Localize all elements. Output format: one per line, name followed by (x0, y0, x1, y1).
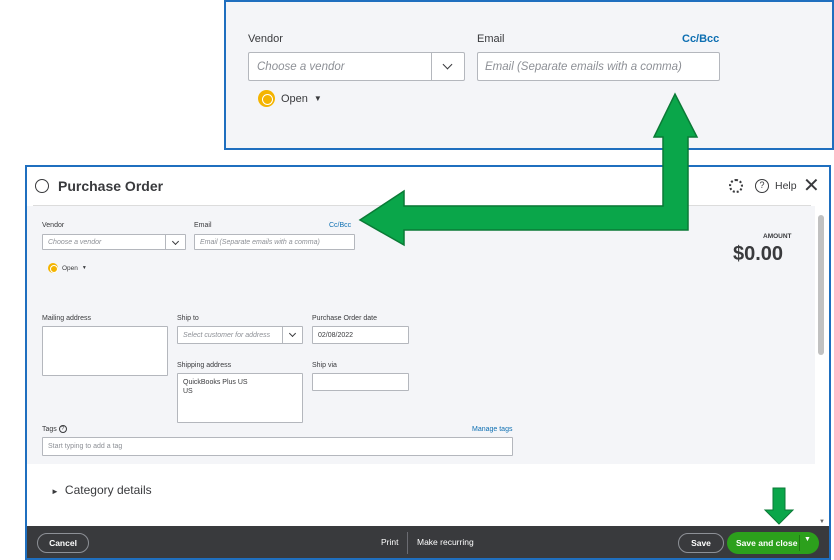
category-details-label: Category details (64, 483, 152, 497)
caret-down-icon: ▼ (313, 94, 322, 103)
history-icon[interactable] (35, 179, 49, 193)
category-details-toggle[interactable]: ► Category details (51, 483, 152, 497)
form-area: Vendor Choose a vendor Email Cc/Bcc Emai… (27, 206, 815, 464)
caret-down-icon: ▼ (81, 265, 87, 271)
page-title: Purchase Order (58, 178, 164, 194)
scrollbar[interactable] (817, 215, 825, 527)
help-link[interactable]: Help (775, 180, 797, 192)
clock-icon (258, 90, 275, 107)
manage-tags-link[interactable]: Manage tags (472, 426, 512, 433)
zoom-inset: Vendor Choose a vendor Email Cc/Bcc Emai… (224, 0, 834, 150)
split-divider (799, 535, 800, 551)
ship-via-label: Ship via (312, 362, 337, 369)
triangle-right-icon: ► (51, 487, 59, 496)
ship-via-input[interactable] (312, 373, 409, 391)
email-input[interactable]: Email (Separate emails with a comma) (194, 234, 355, 250)
footer-bar: Cancel Print Make recurring Save Save an… (27, 526, 829, 558)
zoom-cc-bcc-link[interactable]: Cc/Bcc (682, 33, 719, 45)
footer-divider (407, 532, 408, 554)
status-dropdown[interactable]: Open ▼ (48, 263, 87, 273)
make-recurring-button[interactable]: Make recurring (417, 537, 474, 547)
tags-input[interactable]: Start typing to add a tag (42, 437, 513, 456)
amount-value: $0.00 (733, 243, 784, 265)
tags-placeholder: Start typing to add a tag (48, 443, 123, 450)
gear-icon[interactable] (729, 179, 743, 193)
mailing-address-label: Mailing address (42, 315, 92, 322)
chevron-down-icon[interactable] (431, 53, 464, 80)
scrollbar-thumb[interactable] (818, 215, 824, 355)
zoom-vendor-label: Vendor (248, 33, 283, 45)
zoom-email-label: Email (477, 33, 505, 45)
cc-bcc-link[interactable]: Cc/Bcc (329, 222, 351, 229)
zoom-email-placeholder: Email (Separate emails with a comma) (485, 61, 682, 73)
amount-label: AMOUNT (763, 233, 792, 240)
shipping-address-label: Shipping address (177, 362, 232, 369)
help-circle-icon[interactable]: ? (58, 425, 67, 433)
mailing-address-input[interactable] (42, 326, 168, 376)
po-date-input[interactable]: 02/08/2022 (312, 326, 409, 344)
window-header: Purchase Order ? Help ✕ (27, 167, 829, 205)
email-label: Email (194, 222, 212, 229)
zoom-vendor-placeholder: Choose a vendor (257, 61, 345, 73)
shipping-address-text: QuickBooks Plus US US (183, 378, 248, 396)
tags-label: Tags (42, 425, 57, 433)
po-date-value: 02/08/2022 (318, 332, 354, 339)
status-label: Open (62, 264, 78, 272)
po-date-label: Purchase Order date (312, 315, 377, 322)
purchase-order-window: Purchase Order ? Help ✕ Vendor Choose a … (25, 165, 831, 560)
chevron-down-icon[interactable] (282, 327, 302, 343)
zoom-vendor-select[interactable]: Choose a vendor (248, 52, 465, 81)
chevron-down-icon[interactable] (165, 235, 185, 249)
save-and-close-button[interactable]: Save and close ▼ (727, 532, 819, 554)
caret-down-icon[interactable]: ▼ (804, 536, 811, 543)
save-and-close-label: Save and close (736, 538, 798, 548)
clock-icon (48, 263, 58, 273)
scroll-down-icon[interactable]: ▼ (819, 519, 825, 525)
shipping-line-2: US (183, 388, 193, 395)
shipping-address-input[interactable]: QuickBooks Plus US US (177, 373, 303, 423)
zoom-email-input[interactable]: Email (Separate emails with a comma) (477, 52, 720, 81)
zoom-status-dropdown[interactable]: Open ▼ (258, 90, 322, 107)
shipping-line-1: QuickBooks Plus US (183, 379, 248, 386)
tags-label-row: Tags ? (42, 425, 67, 433)
zoom-status-label: Open (281, 92, 308, 105)
ship-to-select[interactable]: Select customer for address (177, 326, 303, 344)
ship-to-label: Ship to (177, 315, 199, 322)
save-button[interactable]: Save (678, 533, 724, 553)
ship-to-placeholder: Select customer for address (183, 332, 271, 339)
cancel-button[interactable]: Cancel (37, 533, 89, 553)
vendor-placeholder: Choose a vendor (48, 239, 102, 246)
help-icon[interactable]: ? (755, 179, 769, 193)
email-placeholder: Email (Separate emails with a comma) (200, 239, 320, 246)
vendor-select[interactable]: Choose a vendor (42, 234, 186, 250)
print-button[interactable]: Print (381, 537, 398, 547)
vendor-label: Vendor (42, 222, 65, 229)
close-icon[interactable]: ✕ (803, 173, 820, 198)
